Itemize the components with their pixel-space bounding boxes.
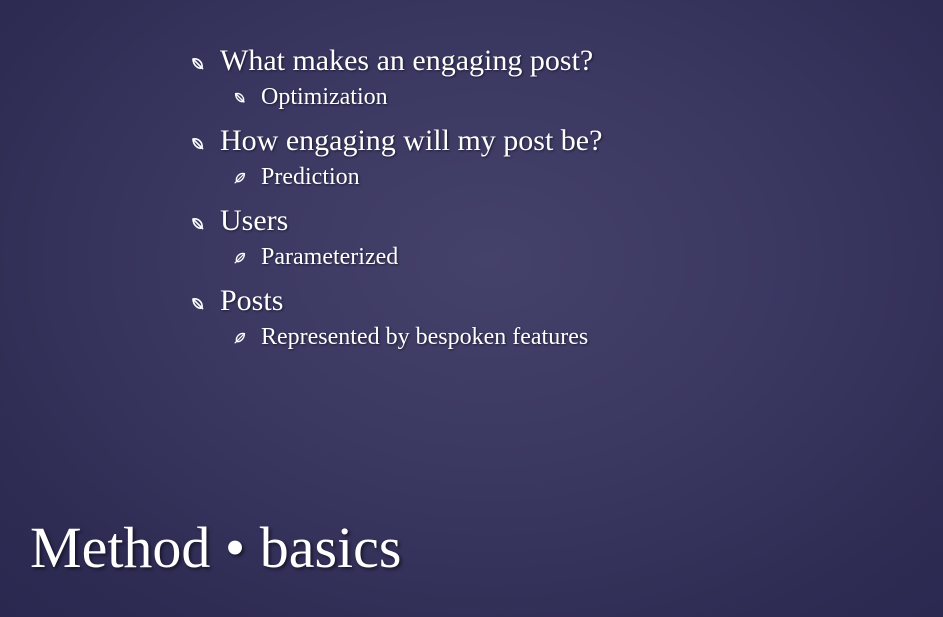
slide-title: Method • basics — [30, 515, 402, 580]
bullet-text: Posts — [220, 284, 284, 317]
bullet-item: What makes an engaging post? — [190, 40, 890, 80]
bullet-item: Users — [190, 200, 890, 240]
leaf-outline-icon — [190, 296, 206, 312]
sub-bullet-item: Optimization — [233, 80, 890, 120]
leaf-filled-icon — [233, 331, 247, 345]
bullet-text: What makes an engaging post? — [220, 44, 594, 77]
sub-bullet-item: Represented by bespoken features — [233, 320, 890, 360]
bullet-list: What makes an engaging post? Optimizatio… — [190, 40, 890, 360]
bullet-item: Posts — [190, 280, 890, 320]
sub-bullet-text: Represented by bespoken features — [261, 324, 589, 350]
sub-bullet-text: Prediction — [261, 164, 360, 190]
sub-bullet-item: Parameterized — [233, 240, 890, 280]
sub-bullet-item: Prediction — [233, 160, 890, 200]
leaf-filled-icon — [233, 251, 247, 265]
leaf-outline-icon — [233, 91, 247, 105]
leaf-filled-icon — [233, 171, 247, 185]
bullet-text: How engaging will my post be? — [220, 124, 603, 157]
leaf-outline-icon — [190, 216, 206, 232]
leaf-outline-icon — [190, 56, 206, 72]
bullet-item: How engaging will my post be? — [190, 120, 890, 160]
slide: What makes an engaging post? Optimizatio… — [0, 0, 943, 617]
sub-bullet-text: Optimization — [261, 84, 388, 110]
sub-bullet-text: Parameterized — [261, 244, 399, 270]
leaf-outline-icon — [190, 136, 206, 152]
bullet-text: Users — [220, 204, 289, 237]
